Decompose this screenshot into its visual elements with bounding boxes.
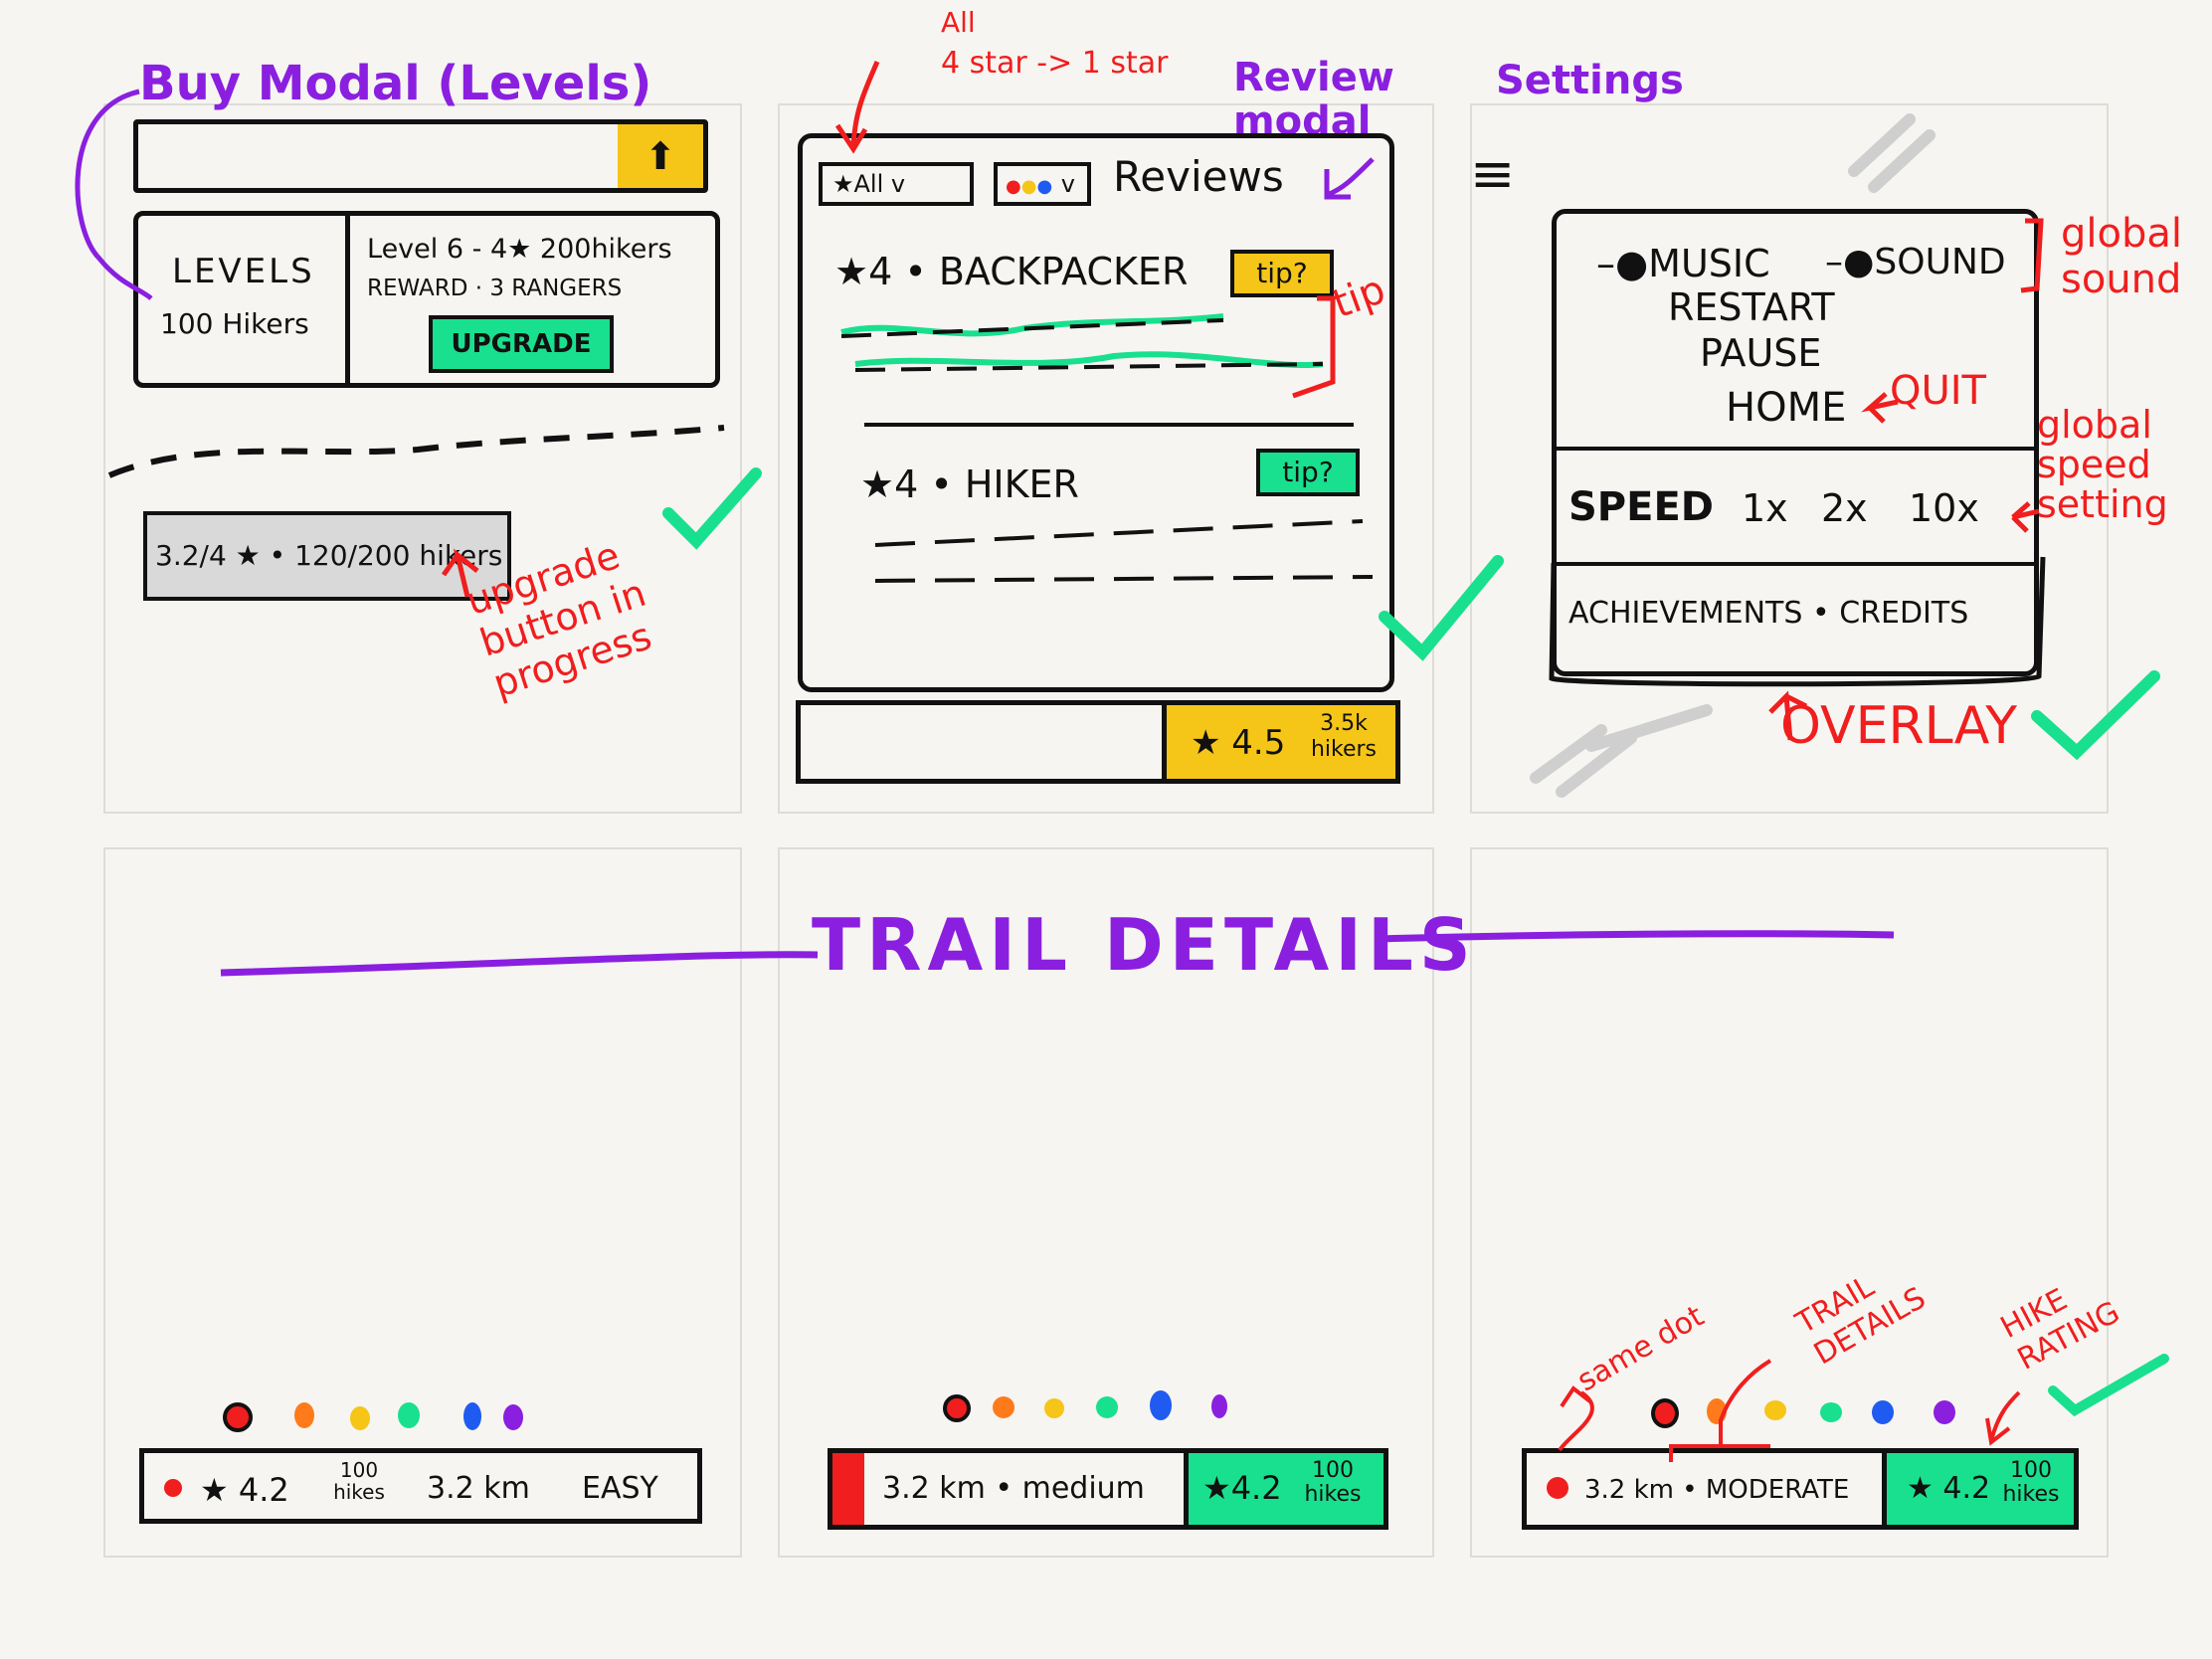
trail-3-text: 3.2 km • MODERATE	[1584, 1475, 1850, 1505]
red-dot-icon	[1547, 1477, 1568, 1499]
review-2-title: ★4 • HIKER	[860, 462, 1079, 506]
difficulty-strip	[832, 1453, 864, 1525]
toggle-dot-icon: –●	[1596, 242, 1649, 285]
speed-1x-button[interactable]: 1x	[1742, 486, 1788, 530]
speed-label: SPEED	[1568, 484, 1714, 530]
music-label: MUSIC	[1648, 242, 1770, 285]
upgrade-button[interactable]: UPGRADE	[429, 315, 614, 373]
review-1-title: ★4 • BACKPACKER	[834, 250, 1189, 293]
orange-dot-icon[interactable]	[1707, 1398, 1727, 1424]
yellow-dot-icon[interactable]	[1044, 1398, 1064, 1418]
trail-details-title: TRAIL DETAILS	[812, 903, 1477, 987]
buy-modal-title: Buy Modal (Levels)	[139, 56, 652, 111]
settings-divider-2	[1557, 562, 2034, 566]
tip-button-2[interactable]: tip?	[1256, 449, 1360, 496]
overlay-note: OVERLAY	[1780, 696, 2018, 756]
sound-label: SOUND	[1874, 242, 2006, 282]
orange-dot-icon[interactable]	[993, 1396, 1014, 1418]
pause-button[interactable]: PAUSE	[1700, 331, 1821, 375]
green-dot-icon[interactable]	[1820, 1402, 1842, 1422]
reward-text: REWARD · 3 RANGERS	[367, 276, 623, 301]
color-dots-icon: ●●●	[1006, 176, 1053, 197]
level-info: Level 6 - 4★ 200hikers	[367, 234, 672, 265]
levels-hikers: 100 Hikers	[160, 307, 309, 340]
red-dot-icon[interactable]	[223, 1402, 253, 1432]
progress-text: 3.2/4 ★ • 120/200 hikers	[155, 539, 503, 572]
green-dot-icon[interactable]	[1096, 1396, 1118, 1418]
trail-bar-1: ★ 4.2 100 hikes 3.2 km EASY	[139, 1448, 702, 1524]
achievements-credits[interactable]: ACHIEVEMENTS • CREDITS	[1568, 596, 1968, 631]
red-dot-icon[interactable]	[1651, 1398, 1679, 1428]
restart-button[interactable]: RESTART	[1668, 285, 1835, 329]
review-modal-title: Review modal	[1233, 55, 1394, 144]
trail-3-rating: ★ 4.2	[1907, 1471, 1991, 1506]
reviews-modal: ★All v ●●● v Reviews ★4 • BACKPACKER tip…	[798, 133, 1394, 692]
trail-1-rating: ★ 4.2	[200, 1471, 289, 1509]
footer-rating-box[interactable]: ★ 4.5 3.5k hikers	[1162, 705, 1395, 779]
purple-dot-icon[interactable]	[1934, 1400, 1955, 1424]
yellow-dot-icon[interactable]	[1764, 1400, 1786, 1420]
top-bar: ⬆	[133, 119, 708, 193]
toggle-dot-icon: –●	[1825, 242, 1875, 282]
filter-stars-dropdown[interactable]: ★All v	[819, 162, 974, 206]
global-speed-note: global speed setting	[2037, 403, 2168, 526]
settings-title: Settings	[1496, 58, 1684, 103]
speed-10x-button[interactable]: 10x	[1909, 486, 1979, 530]
blue-dot-icon[interactable]	[463, 1402, 481, 1430]
trail-1-diff: EASY	[582, 1471, 658, 1506]
purple-dot-icon[interactable]	[1211, 1394, 1227, 1418]
reviews-heading: Reviews	[1113, 152, 1284, 201]
levels-divider	[345, 216, 350, 383]
global-sound-note: global sound	[2061, 211, 2182, 302]
levels-card: LEVELS 100 Hikers Level 6 - 4★ 200hikers…	[133, 211, 720, 388]
music-toggle[interactable]: –●MUSIC	[1596, 242, 1770, 285]
footer-hikers: 3.5k hikers	[1310, 711, 1378, 763]
blue-dot-icon[interactable]	[1872, 1400, 1894, 1424]
upload-button[interactable]: ⬆	[618, 124, 703, 188]
progress-bar: 3.2/4 ★ • 120/200 hikers	[143, 511, 511, 601]
chevron-down-icon: v	[1060, 170, 1075, 198]
home-button[interactable]: HOME	[1726, 385, 1846, 431]
footer-rating: ★ 4.5	[1191, 723, 1286, 763]
trail-2-rating: ★4.2	[1202, 1469, 1282, 1507]
note-stars: 4 star -> 1 star	[941, 46, 1169, 81]
settings-modal: –●MUSIC –●SOUND RESTART PAUSE HOME SPEED…	[1552, 209, 2039, 676]
speed-2x-button[interactable]: 2x	[1821, 486, 1868, 530]
trail-3-rating-box[interactable]: ★ 4.2 100 hikes	[1882, 1453, 2074, 1525]
sound-toggle[interactable]: –●SOUND	[1825, 242, 2006, 282]
trail-2-rating-box[interactable]: ★4.2 100 hikes	[1184, 1453, 1383, 1525]
red-dot-icon	[164, 1479, 182, 1497]
red-dot-icon[interactable]	[943, 1394, 971, 1422]
trail-bar-3: 3.2 km • MODERATE ★ 4.2 100 hikes	[1522, 1448, 2079, 1530]
settings-divider	[1557, 447, 2034, 451]
levels-label: LEVELS	[172, 252, 315, 291]
quit-note: QUIT	[1890, 368, 1986, 414]
hamburger-menu-icon[interactable]: ≡	[1470, 147, 1515, 201]
filter-color-dropdown[interactable]: ●●● v	[994, 162, 1091, 206]
trail-2-text: 3.2 km • medium	[882, 1471, 1145, 1506]
review-footer-bar: ★ 4.5 3.5k hikers	[796, 700, 1400, 784]
orange-dot-icon[interactable]	[294, 1402, 314, 1428]
green-dot-icon[interactable]	[398, 1402, 420, 1428]
review-divider	[864, 423, 1354, 427]
blue-dot-icon[interactable]	[1150, 1390, 1172, 1420]
yellow-dot-icon[interactable]	[350, 1406, 370, 1430]
note-all: All	[941, 6, 976, 39]
trail-1-dist: 3.2 km	[427, 1471, 530, 1506]
trail-2-hikes: 100 hikes	[1304, 1458, 1362, 1508]
purple-dot-icon[interactable]	[503, 1404, 523, 1430]
trail-1-hikes: 100 hikes	[333, 1458, 385, 1504]
trail-3-hikes: 100 hikes	[2002, 1458, 2060, 1508]
tip-button-1[interactable]: tip?	[1230, 250, 1334, 297]
trail-bar-2: 3.2 km • medium ★4.2 100 hikes	[828, 1448, 1388, 1530]
arrow-up-icon: ⬆	[645, 134, 676, 178]
